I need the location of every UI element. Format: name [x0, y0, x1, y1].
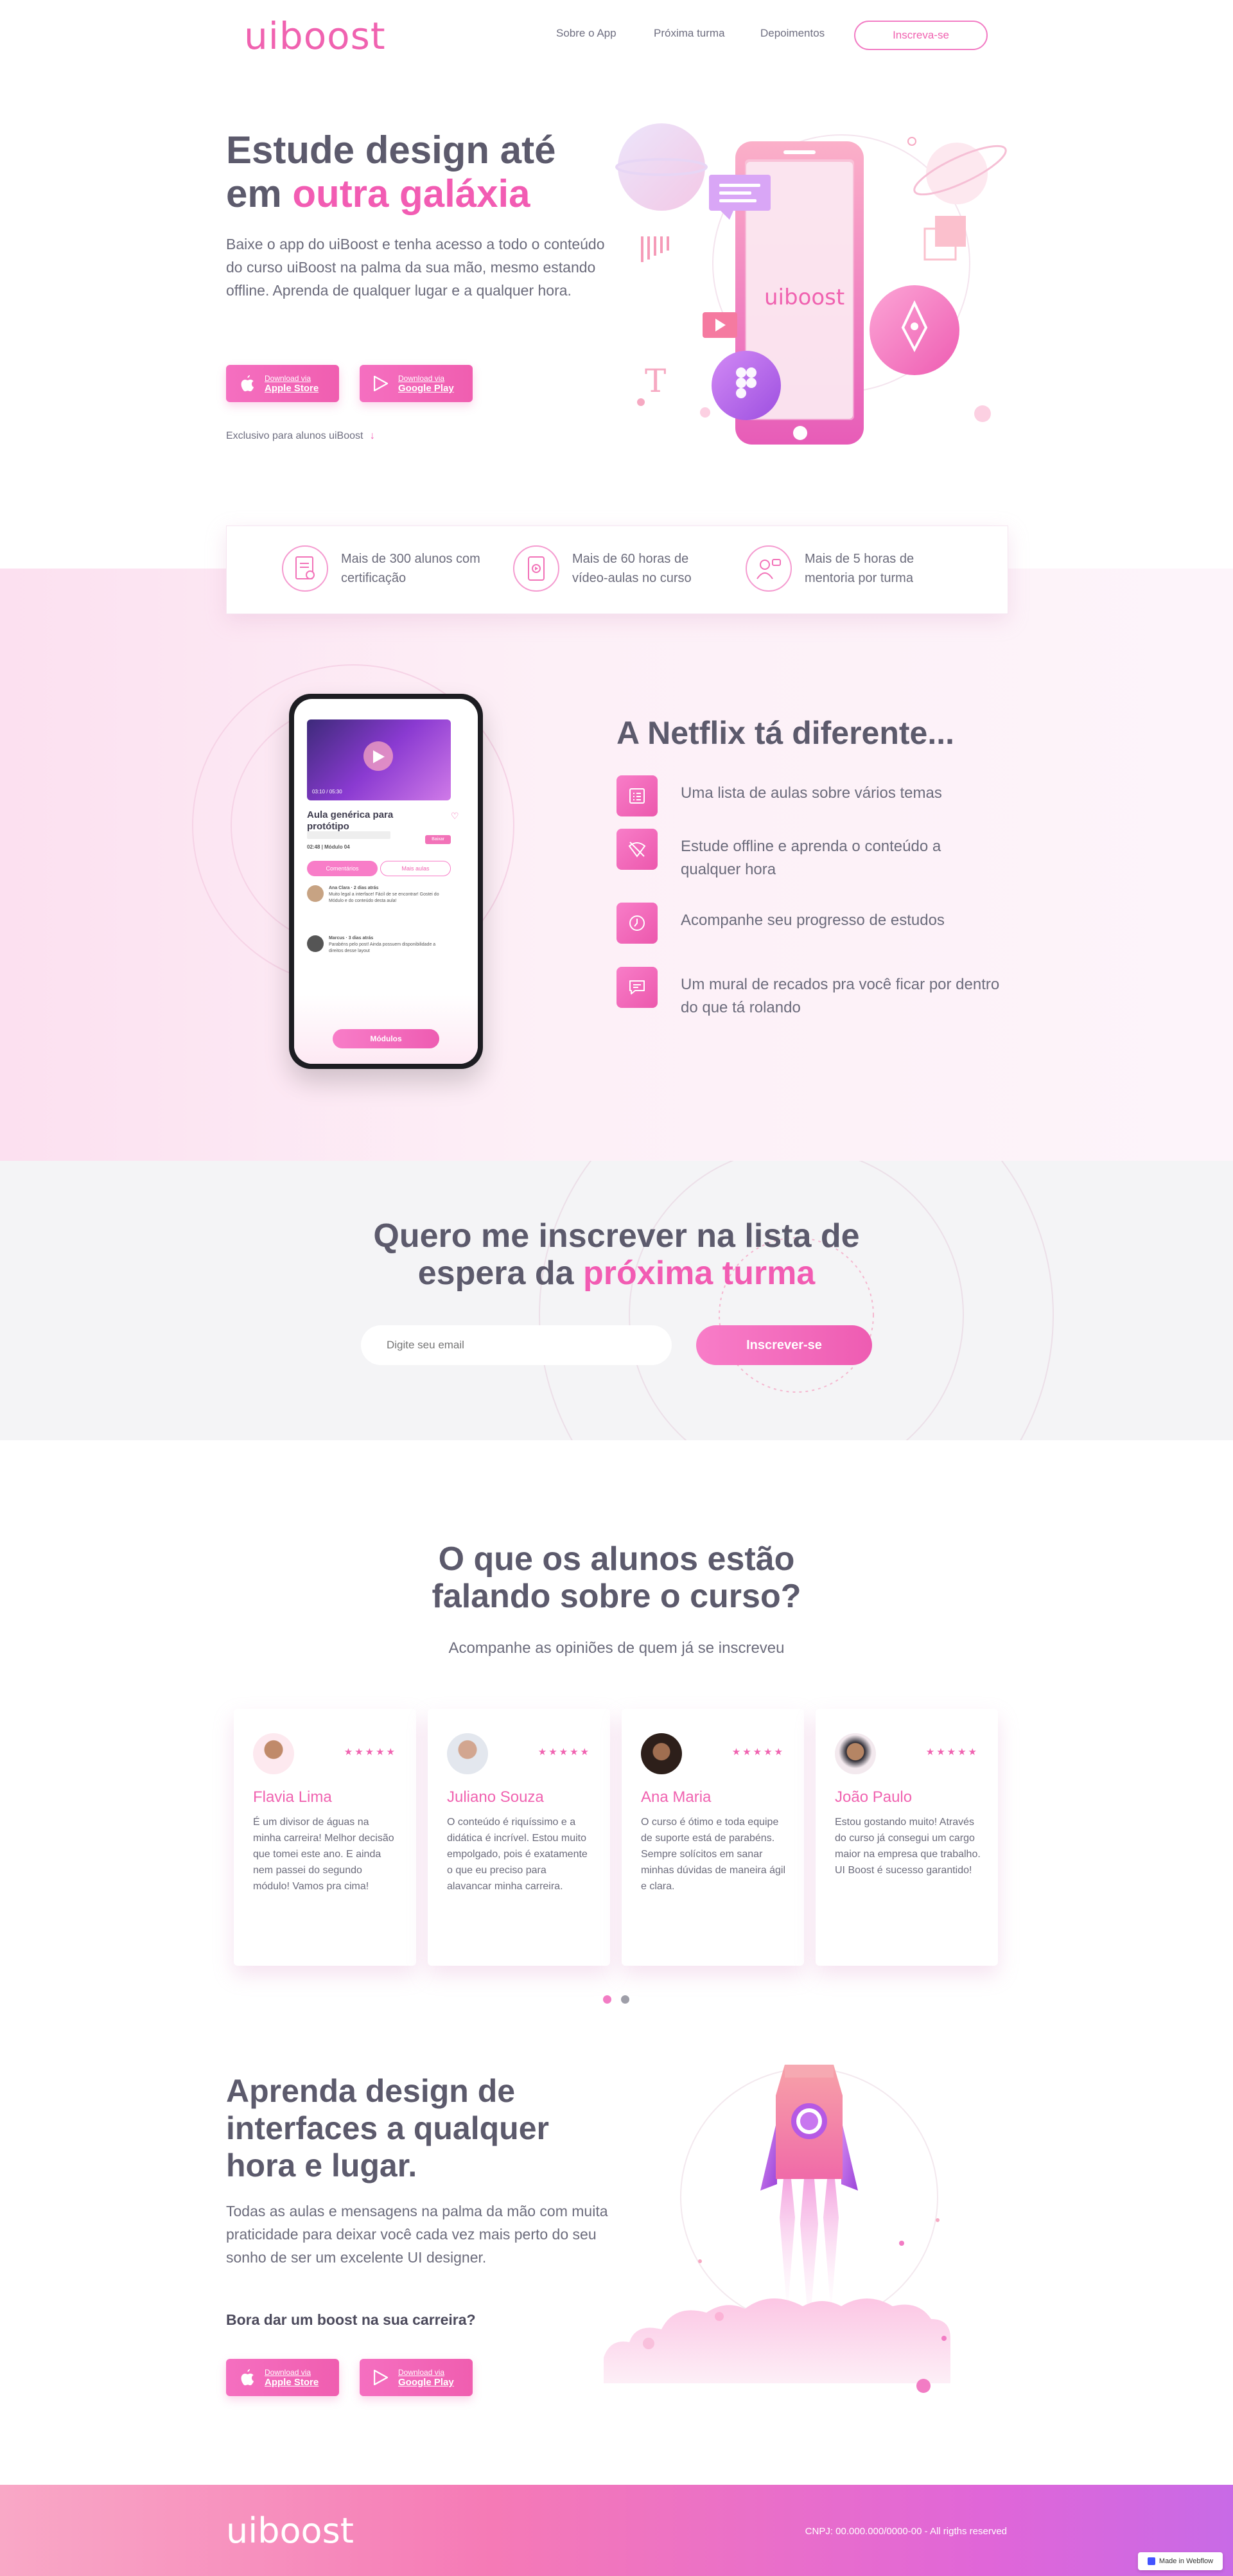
heart-icon: ♡ — [451, 811, 459, 821]
nav-sobre-o-app[interactable]: Sobre o App — [556, 27, 616, 40]
apple-icon — [239, 375, 256, 392]
feature-offline: Estude offline e aprenda o conteúdo a qu… — [616, 829, 1002, 881]
google-play-button[interactable]: Download via Google Play — [360, 365, 473, 402]
mentor-icon — [746, 545, 792, 592]
progress-icon — [616, 903, 658, 944]
netflix-title: A Netflix tá diferente... — [616, 715, 955, 751]
play-icon — [372, 375, 389, 392]
email-input[interactable] — [361, 1325, 672, 1365]
testimonial-card: ★★★★★ Juliano Souza O conteúdo é riquíss… — [428, 1709, 610, 1966]
nav-proxima-turma[interactable]: Próxima turma — [654, 27, 725, 40]
avatar — [641, 1733, 682, 1774]
avatar — [835, 1733, 876, 1774]
testimonial-card: ★★★★★ Ana Maria O curso é ótimo e toda e… — [622, 1709, 804, 1966]
lesson-title: Aula genérica para protótipo — [307, 809, 394, 832]
inscreva-se-button[interactable]: Inscreva-se — [854, 21, 988, 50]
modules-button[interactable]: Módulos — [333, 1029, 439, 1048]
testimonial-quote: Estou gostando muito! Através do curso j… — [835, 1817, 981, 1876]
feature-message: Um mural de recados pra você ficar por d… — [616, 967, 1002, 1019]
rocket-illustration — [604, 2065, 950, 2393]
testimonial-quote: É um divisor de águas na minha carreira!… — [253, 1817, 394, 1892]
hero-note: Exclusivo para alunos uiBoost ↓ — [226, 430, 375, 441]
testimonial-quote: O curso é ótimo e toda equipe de suporte… — [641, 1817, 786, 1892]
tab-more-lessons[interactable]: Mais aulas — [380, 861, 451, 876]
tab-comments[interactable]: Comentários — [307, 861, 378, 876]
feature-progress: Acompanhe seu progresso de estudos — [616, 903, 1002, 944]
app-phone-mockup: 03:10 / 05:30 Aula genérica para protóti… — [289, 694, 483, 1069]
download-tag[interactable]: Baixar — [425, 835, 451, 844]
google-play-button[interactable]: Download via Google Play — [360, 2359, 473, 2396]
testimonial-name: João Paulo — [835, 1788, 913, 1806]
rating-stars: ★★★★★ — [731, 1747, 785, 1758]
subscribe-button[interactable]: Inscrever-se — [696, 1325, 872, 1365]
final-description: Todas as aulas e mensagens na palma da m… — [226, 2203, 608, 2266]
testimonials-subtitle: Acompanhe as opiniões de quem já se insc… — [448, 1639, 785, 1657]
stat-students: Mais de 300 alunos com certificação — [282, 545, 495, 592]
stat-videos: Mais de 60 horas de vídeo-aulas no curso — [513, 545, 726, 592]
webflow-icon — [1147, 2557, 1155, 2565]
apple-store-button[interactable]: Download via Apple Store — [226, 2359, 339, 2396]
rating-stars: ★★★★★ — [925, 1747, 979, 1758]
waitlist-title: Quero me inscrever na lista de espera da … — [373, 1217, 860, 1292]
offline-icon — [616, 829, 658, 870]
logo[interactable]: uiboost — [244, 14, 386, 58]
svg-text:uiboost: uiboost — [764, 285, 844, 310]
message-icon — [616, 967, 658, 1008]
arrow-down-icon: ↓ — [369, 430, 375, 441]
decorative-rings — [539, 1161, 1054, 1440]
stats-card: Mais de 300 alunos com certificação Mais… — [226, 525, 1008, 614]
testimonials-title: O que os alunos estão falando sobre o cur… — [432, 1540, 801, 1615]
apple-icon — [239, 2369, 256, 2386]
testimonial-card: ★★★★★ Flavia Lima É um divisor de águas … — [234, 1709, 416, 1966]
hero-illustration: T uiboost — [615, 123, 1007, 445]
final-tagline: Bora dar um boost na sua carreira? — [226, 2311, 476, 2328]
carousel-dot-active[interactable] — [603, 1995, 611, 2004]
testimonial-card: ★★★★★ João Paulo Estou gostando muito! A… — [816, 1709, 998, 1966]
hero-description: Baixe o app do uiBoost e tenha acesso a … — [226, 236, 605, 299]
video-thumbnail[interactable]: 03:10 / 05:30 — [307, 719, 451, 800]
phone-video-icon — [513, 545, 559, 592]
svg-text:T: T — [645, 362, 666, 400]
final-title: Aprenda design de interfaces a qualquer … — [226, 2073, 549, 2183]
hero-title: Estude design até em outra galáxia — [226, 128, 556, 215]
testimonial-name: Juliano Souza — [447, 1788, 544, 1806]
testimonial-name: Flavia Lima — [253, 1788, 332, 1806]
list-icon — [616, 775, 658, 816]
header: uiboost Sobre o App Próxima turma Depoim… — [0, 0, 1233, 71]
stat-mentoring: Mais de 5 horas de mentoria por turma — [746, 545, 959, 592]
testimonial-quote: O conteúdo é riquíssimo e a didática é i… — [447, 1817, 588, 1892]
testimonial-name: Ana Maria — [641, 1788, 712, 1806]
made-in-webflow-badge[interactable]: Made in Webflow — [1138, 2552, 1223, 2570]
play-icon — [372, 2369, 389, 2386]
apple-store-button[interactable]: Download via Apple Store — [226, 365, 339, 402]
avatar — [447, 1733, 488, 1774]
waitlist-section — [0, 1161, 1233, 1440]
play-video-icon — [373, 750, 385, 763]
rating-stars: ★★★★★ — [344, 1747, 397, 1758]
avatar — [253, 1733, 294, 1774]
rating-stars: ★★★★★ — [538, 1747, 591, 1758]
footer-copyright: CNPJ: 00.000.000/0000-00 - All rigths re… — [805, 2526, 1007, 2537]
carousel-dot[interactable] — [621, 1995, 629, 2004]
certificate-icon — [282, 545, 328, 592]
nav-depoimentos[interactable]: Depoimentos — [760, 27, 825, 40]
footer-logo[interactable]: uiboost — [226, 2510, 354, 2551]
feature-list: Uma lista de aulas sobre vários temas — [616, 775, 1002, 816]
footer — [0, 2485, 1233, 2576]
